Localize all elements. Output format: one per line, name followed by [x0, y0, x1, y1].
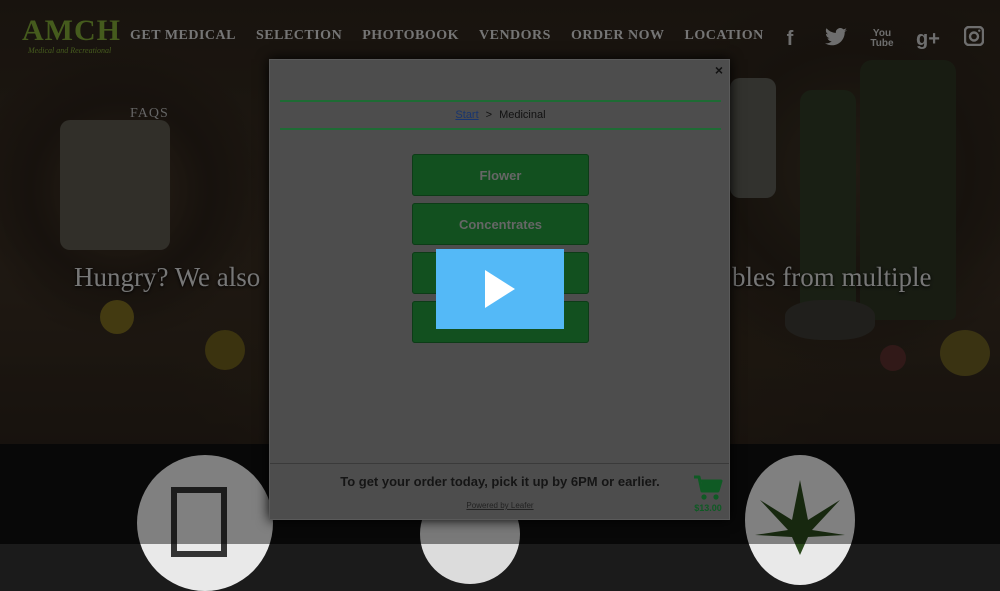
cart-icon — [694, 475, 723, 500]
category-button-flower[interactable]: Flower — [412, 154, 589, 196]
play-icon — [485, 270, 515, 308]
cart-total: $13.00 — [694, 503, 722, 513]
category-button-concentrates[interactable]: Concentrates — [412, 203, 589, 245]
breadcrumb-start-link[interactable]: Start — [455, 109, 478, 121]
pickup-notice: To get your order today, pick it up by 6… — [340, 474, 660, 489]
cart-button[interactable]: $13.00 — [691, 475, 725, 513]
close-icon[interactable]: × — [715, 62, 723, 78]
breadcrumb: Start > Medicinal — [280, 100, 721, 130]
breadcrumb-current: Medicinal — [499, 109, 546, 121]
breadcrumb-separator: > — [485, 109, 493, 121]
video-play-button[interactable] — [436, 249, 564, 329]
powered-by-link[interactable]: Powered by Leafer — [270, 501, 730, 510]
modal-footer: To get your order today, pick it up by 6… — [270, 463, 729, 520]
